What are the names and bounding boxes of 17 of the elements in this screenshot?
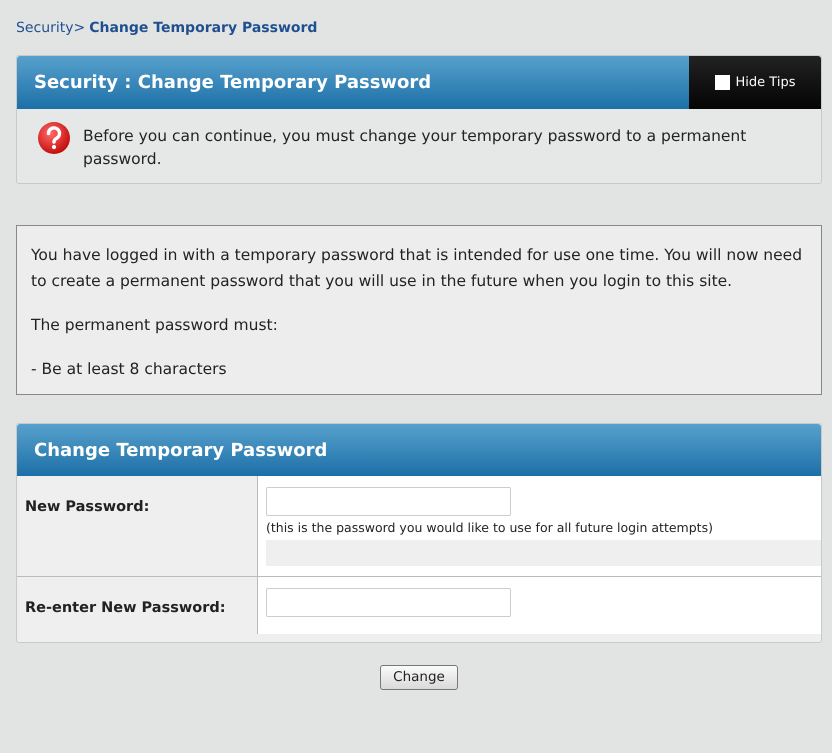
form-header: Change Temporary Password [17,424,821,476]
info-paragraph: - Be at least 8 characters [31,359,228,380]
info-paragraph: The permanent password must: [31,315,279,336]
field-hint: (this is the password you would like to use for all future login attempts) [266,519,714,537]
password-field[interactable] [266,588,511,617]
breadcrumb-link[interactable]: Security> [16,18,86,39]
breadcrumb-current: Change Temporary Password [89,19,318,38]
password-field[interactable] [266,487,511,516]
field-label: Re-enter New Password: [25,600,226,616]
change-button[interactable]: Change [380,664,458,690]
info-paragraph: You have logged in with a temporary password that is intended for use one time. You will now need to create a permanent password that you will use in the future when you login to this site. [31,245,804,292]
panel-title: Security : Change Temporary Password [33,71,432,95]
field-label: New Password: [25,499,150,515]
hide-tips-checkbox[interactable] [714,75,730,90]
tip-text: Before you can continue, you must change your temporary password to a permanent password. [83,126,748,170]
hide-tips-toggle[interactable]: Hide Tips [689,56,821,109]
question-icon [37,121,71,155]
